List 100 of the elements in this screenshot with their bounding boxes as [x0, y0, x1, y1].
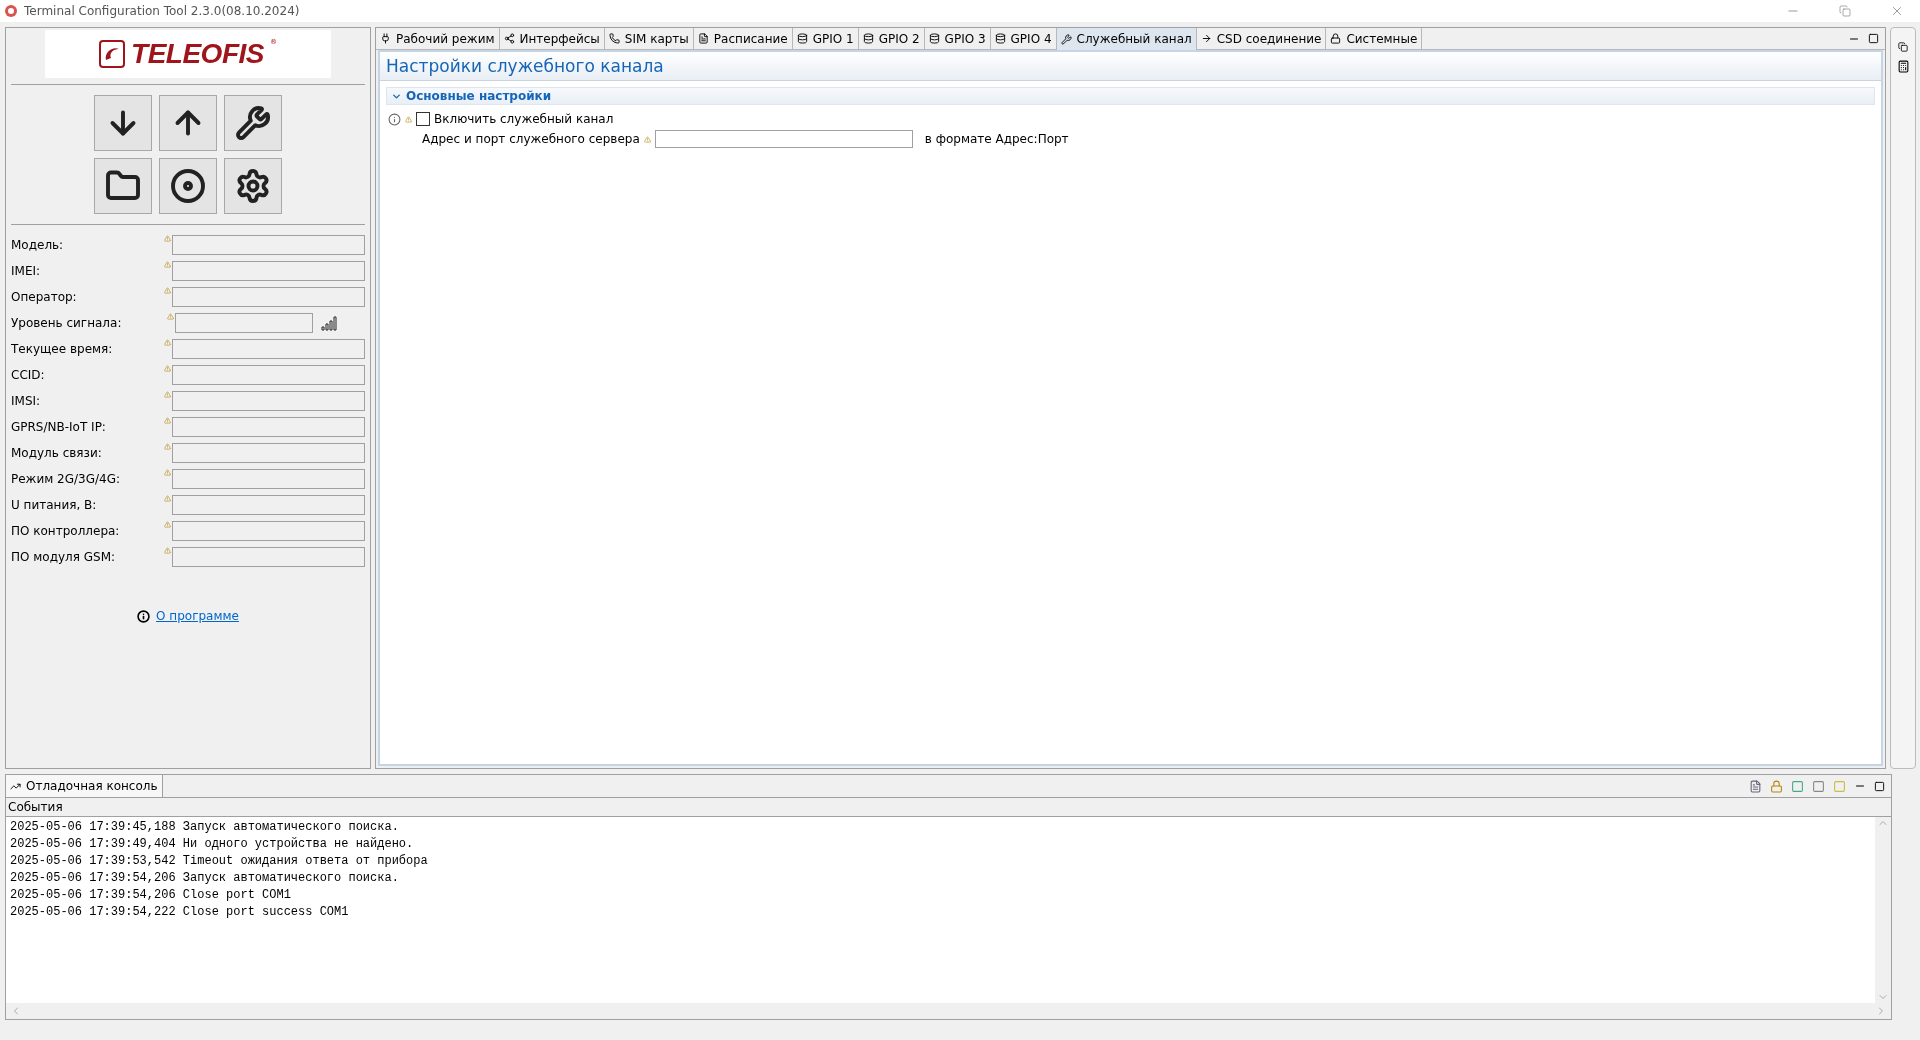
- warning-icon: [164, 365, 172, 372]
- section-header[interactable]: Основные настройки: [386, 87, 1875, 105]
- warning-icon: [164, 521, 172, 528]
- tab[interactable]: GPIO 3: [924, 28, 991, 50]
- log-line: 2025-05-06 17:39:54,206 Close port COM1: [10, 887, 292, 904]
- lock-icon: [1330, 33, 1342, 44]
- info-field[interactable]: [172, 469, 365, 489]
- info-field[interactable]: [172, 287, 365, 307]
- warning-icon: [164, 443, 172, 450]
- warning-icon: [164, 417, 172, 424]
- maximize-view-icon[interactable]: [1868, 33, 1879, 44]
- calculator-icon[interactable]: [1896, 60, 1910, 73]
- warning-icon: [167, 313, 174, 320]
- warning-icon: [164, 235, 172, 242]
- field-label: Адрес и порт служебного сервера: [422, 132, 640, 146]
- warning-icon: [164, 339, 172, 346]
- field-label: U питания, В:: [11, 498, 98, 512]
- field-label: ПО модуля GSM:: [11, 550, 117, 564]
- maximize-view-icon[interactable]: [1874, 780, 1885, 792]
- info-icon: [137, 609, 151, 623]
- info-field[interactable]: [175, 313, 313, 333]
- log-line: 2025-05-06 17:39:49,404 Ни одного устройства не найдено.: [10, 836, 415, 853]
- field-label: Модуль связи:: [11, 446, 103, 460]
- tab[interactable]: Системные: [1326, 28, 1423, 50]
- tab[interactable]: GPIO 4: [990, 28, 1057, 50]
- field-label: GPRS/NB-IoT IP:: [11, 420, 107, 434]
- tab[interactable]: Рабочий режим: [376, 28, 500, 50]
- field-label: IMEI:: [11, 264, 42, 278]
- log-line: 2025-05-06 17:39:54,206 Запуск автоматического поиска.: [10, 870, 400, 887]
- database-icon: [928, 33, 940, 44]
- restore-view-icon[interactable]: [1898, 42, 1908, 52]
- tab[interactable]: Расписание: [693, 28, 793, 50]
- wrench-button[interactable]: [224, 95, 282, 151]
- info-field[interactable]: [172, 235, 365, 255]
- arrow-icon: [1200, 33, 1212, 44]
- tab[interactable]: GPIO 1: [792, 28, 859, 50]
- gears-button[interactable]: [224, 158, 282, 214]
- about-link[interactable]: О программе: [156, 609, 239, 623]
- info-field[interactable]: [172, 339, 365, 359]
- warning-icon: [164, 261, 172, 268]
- tab[interactable]: Служебный канал: [1056, 28, 1197, 50]
- phone-icon: [608, 33, 620, 44]
- gears-icon: [235, 168, 271, 204]
- disc-button[interactable]: [159, 158, 217, 214]
- disc-icon: [170, 168, 206, 204]
- warning-icon: [405, 115, 412, 123]
- field-label: Текущее время:: [11, 342, 114, 356]
- field-label: Оператор:: [11, 290, 78, 304]
- address-field[interactable]: [654, 130, 913, 148]
- warning-icon: [164, 287, 172, 294]
- logo-icon: [99, 40, 126, 68]
- info-field[interactable]: [172, 521, 365, 541]
- clear-log-icon[interactable]: [1749, 779, 1762, 793]
- field-label: Модель:: [11, 238, 65, 252]
- scroll-lock-icon[interactable]: [1770, 779, 1783, 793]
- tab[interactable]: SIM карты: [604, 28, 694, 50]
- info-field[interactable]: [172, 391, 365, 411]
- info-field[interactable]: [172, 365, 365, 385]
- warning-icon: [164, 391, 172, 398]
- warning-icon: [164, 469, 172, 476]
- nodes-icon: [503, 33, 515, 44]
- plug-icon: [380, 33, 391, 44]
- console-tab[interactable]: Отладочная консоль: [6, 775, 163, 797]
- info-field[interactable]: [172, 261, 365, 281]
- app-logo-icon: [4, 4, 18, 18]
- warning-icon: [643, 135, 651, 143]
- close-icon: [1890, 4, 1904, 18]
- checkbox[interactable]: [416, 112, 430, 126]
- field-label: CCID:: [11, 368, 46, 382]
- document-icon: [697, 33, 709, 44]
- field-label: Уровень сигнала:: [11, 316, 123, 330]
- page-title: Настройки служебного канала: [386, 56, 664, 76]
- database-icon: [994, 33, 1006, 44]
- info-icon: [388, 112, 401, 126]
- log-line: 2025-05-06 17:39:45,188 Запуск автоматического поиска.: [10, 819, 400, 836]
- field-label: IMSI:: [11, 394, 42, 408]
- tab[interactable]: CSD соединение: [1196, 28, 1327, 50]
- logo-text: TELEOFIS: [131, 38, 264, 70]
- download-arrow-button[interactable]: [94, 95, 152, 151]
- info-field[interactable]: [172, 417, 365, 437]
- field-label: ПО контроллера:: [11, 524, 121, 538]
- tab[interactable]: GPIO 2: [858, 28, 925, 50]
- checkbox-label: Включить служебный канал: [434, 112, 614, 126]
- upload-arrow-button[interactable]: [159, 95, 217, 151]
- restore-icon: [1839, 5, 1851, 17]
- signal-icon: [321, 315, 337, 331]
- database-icon: [862, 33, 874, 44]
- wrench-icon: [235, 105, 271, 141]
- info-field[interactable]: [172, 495, 365, 515]
- log-line: 2025-05-06 17:39:53,542 Timeout ожидания ответа от прибора: [10, 853, 429, 870]
- info-field[interactable]: [172, 547, 365, 567]
- tab[interactable]: Интерфейсы: [499, 28, 605, 50]
- info-field[interactable]: [172, 443, 365, 463]
- folder-button[interactable]: [94, 158, 152, 214]
- warning-icon: [164, 547, 172, 554]
- database-icon: [796, 33, 808, 44]
- log-line: 2025-05-06 17:39:54,222 Close port success COM1: [10, 904, 350, 921]
- field-hint: в формате Адрес:Порт: [924, 132, 1069, 146]
- warning-icon: [164, 495, 172, 502]
- field-label: Режим 2G/3G/4G:: [11, 472, 122, 486]
